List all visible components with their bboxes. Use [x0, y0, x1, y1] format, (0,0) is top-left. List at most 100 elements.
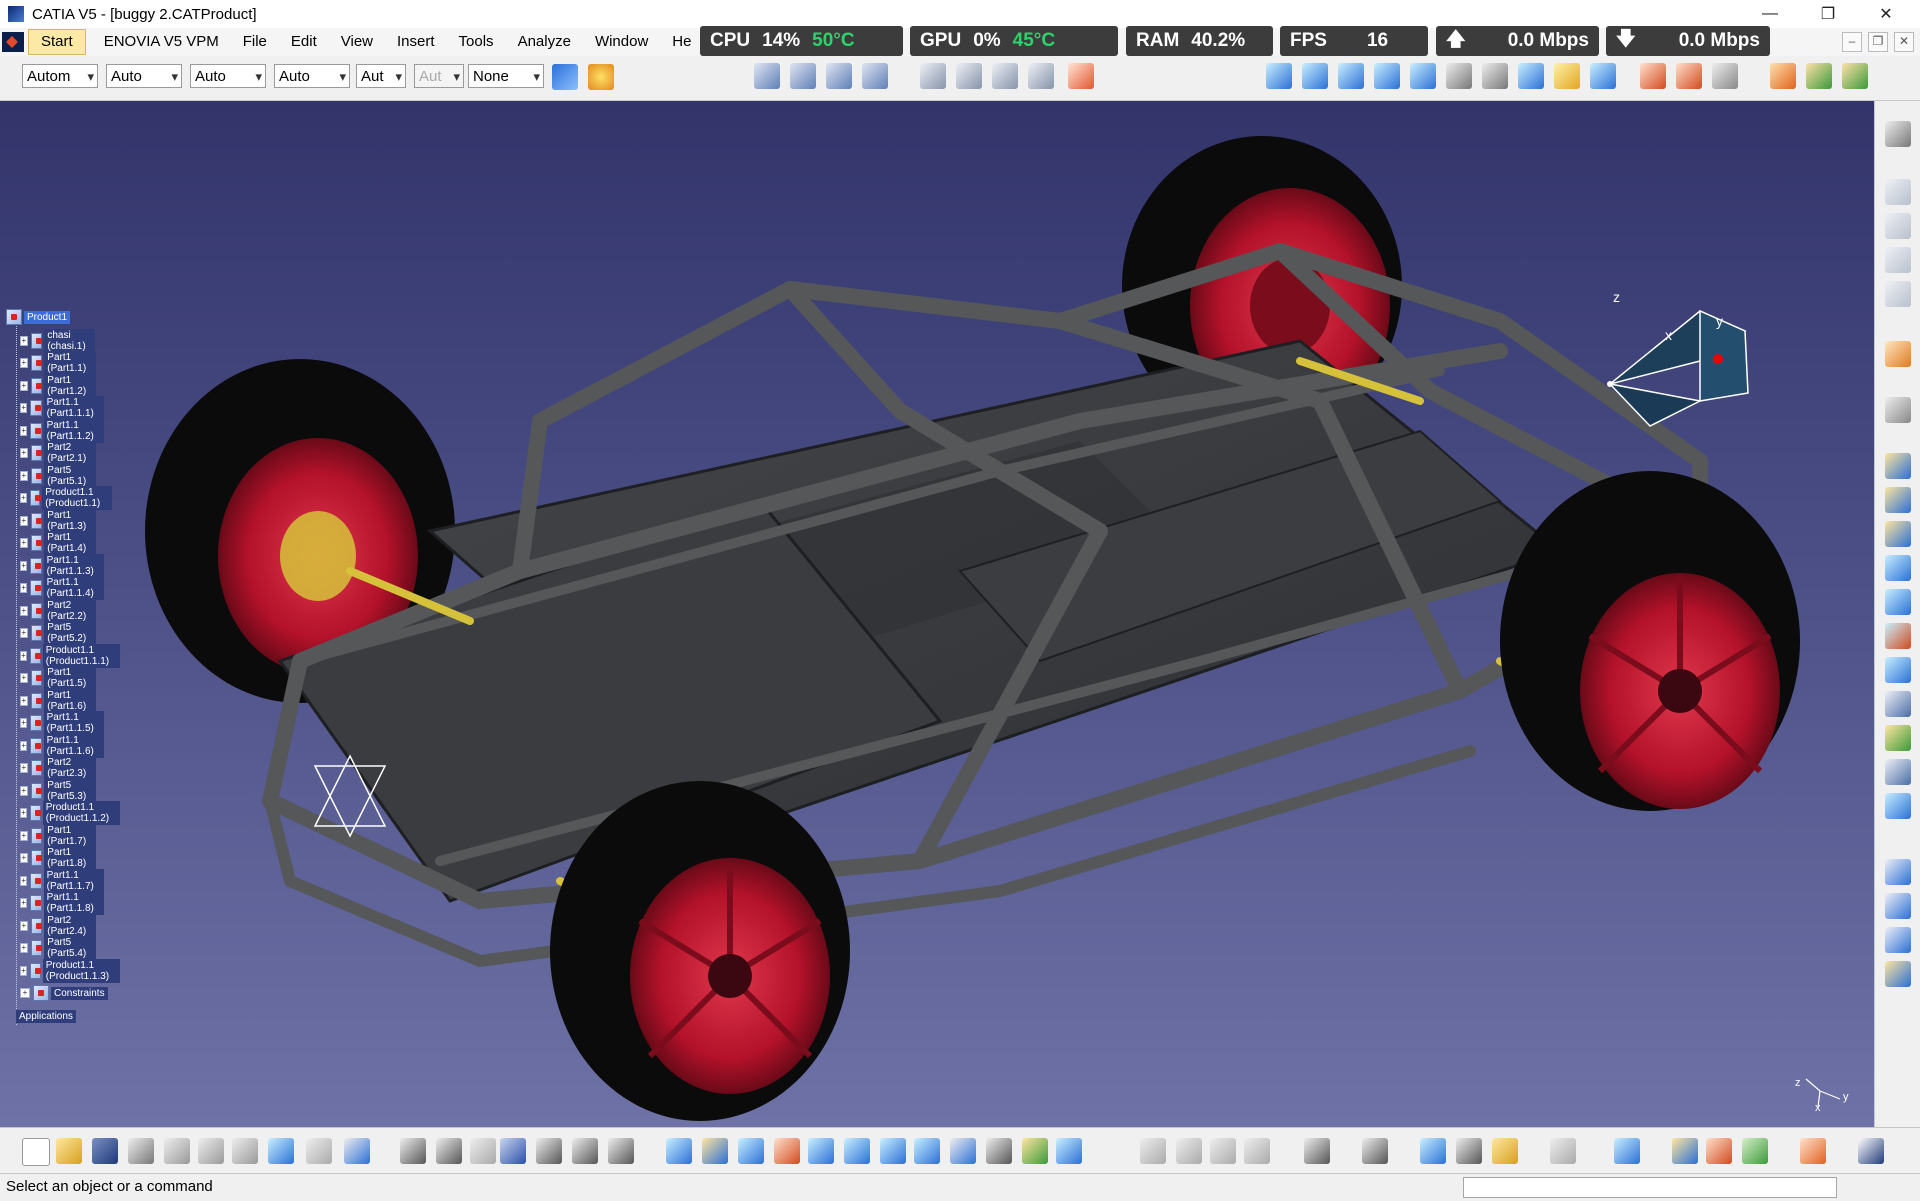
transparency-combo[interactable]: Auto: [106, 64, 182, 89]
menu-enovia[interactable]: ENOVIA V5 VPM: [92, 30, 231, 54]
expand-icon[interactable]: +: [20, 673, 28, 683]
tree-node[interactable]: + Part1.1 (Part1.1.6): [20, 734, 105, 758]
render-icon-1[interactable]: [1672, 1138, 1698, 1164]
light-icon[interactable]: [470, 1138, 496, 1164]
grid-icon[interactable]: [1800, 1138, 1826, 1164]
catalog-icon[interactable]: [1885, 179, 1911, 205]
expand-icon[interactable]: +: [20, 561, 28, 571]
assembly-feature-icon-1[interactable]: [1885, 453, 1911, 479]
tree-node[interactable]: + Part1 (Part1.8): [20, 846, 96, 870]
assembly-feature-icon-7[interactable]: [1885, 657, 1911, 683]
rotate-icon[interactable]: [774, 1138, 800, 1164]
sectioning-icon[interactable]: [1885, 281, 1911, 307]
pan-icon[interactable]: [738, 1138, 764, 1164]
format-painter-icon[interactable]: [552, 64, 578, 90]
doc-restore-button[interactable]: ❐: [1868, 32, 1888, 52]
annotation-plane-icon[interactable]: [1068, 63, 1094, 89]
tree-node[interactable]: + Product1.1 (Product1.1.2): [20, 801, 121, 825]
measure-inertia-icon[interactable]: [1842, 63, 1868, 89]
anchor-icon[interactable]: [1410, 63, 1436, 89]
menu-insert[interactable]: Insert: [385, 30, 447, 54]
line-type-combo[interactable]: Auto: [274, 64, 350, 89]
menu-file[interactable]: File: [231, 30, 279, 54]
fly-mode-icon[interactable]: [666, 1138, 692, 1164]
tree-node[interactable]: + Part2 (Part2.4): [20, 914, 96, 938]
zoom-in-icon[interactable]: [808, 1138, 834, 1164]
constraint-icon-1[interactable]: [1266, 63, 1292, 89]
color-combo[interactable]: Autom: [22, 64, 98, 89]
text-icon[interactable]: [1885, 691, 1911, 717]
tree-node[interactable]: + chasi (chasi.1): [20, 329, 96, 353]
expand-icon[interactable]: +: [20, 898, 28, 908]
exploded-view-icon[interactable]: [1362, 1138, 1388, 1164]
command-input[interactable]: [1463, 1177, 1837, 1198]
tree-node[interactable]: + Part1.1 (Part1.1.7): [20, 869, 105, 893]
table-icon[interactable]: [500, 1138, 526, 1164]
measure-tool-icon[interactable]: [1456, 1138, 1482, 1164]
tree-node[interactable]: + Part1 (Part1.4): [20, 531, 96, 555]
isometric-view-icon[interactable]: [950, 1138, 976, 1164]
expand-icon[interactable]: +: [20, 763, 28, 773]
plane-icon[interactable]: [1614, 1138, 1640, 1164]
tree-node-constraints[interactable]: + Constraints: [20, 985, 108, 1001]
paste-icon[interactable]: [232, 1138, 258, 1164]
weld-icon[interactable]: [1028, 63, 1054, 89]
menu-help[interactable]: He: [660, 30, 703, 54]
tree-node[interactable]: + Part5 (Part5.2): [20, 621, 96, 645]
analysis-icon-4[interactable]: [1885, 961, 1911, 987]
expand-icon[interactable]: +: [20, 471, 28, 481]
tree-node[interactable]: + Part1 (Part1.7): [20, 824, 96, 848]
maximize-button[interactable]: ❐: [1800, 0, 1856, 28]
expand-icon[interactable]: +: [20, 651, 27, 661]
doc-minimize-button[interactable]: –: [1842, 32, 1862, 52]
tree-node[interactable]: + Part1.1 (Part1.1.2): [20, 419, 105, 443]
cog-icon[interactable]: [1885, 121, 1911, 147]
expand-icon[interactable]: +: [20, 606, 28, 616]
expand-icon[interactable]: +: [20, 448, 28, 458]
tree-node[interactable]: + Part1 (Part1.3): [20, 509, 96, 533]
expand-icon[interactable]: +: [20, 538, 28, 548]
tree-node[interactable]: + Part5 (Part5.4): [20, 936, 96, 960]
3d-viewport[interactable]: z x y z y x Product1 + chasi (chasi.1) + P…: [0, 101, 1874, 1127]
constraint-icon-3[interactable]: [1338, 63, 1364, 89]
expand-icon[interactable]: +: [20, 381, 28, 391]
buggy-model[interactable]: [0, 101, 1874, 1127]
expand-icon[interactable]: +: [20, 696, 28, 706]
assembly-feature-icon-2[interactable]: [1885, 487, 1911, 513]
insert-component-icon[interactable]: [790, 63, 816, 89]
expand-icon[interactable]: +: [20, 493, 27, 503]
move-icon[interactable]: [1885, 397, 1911, 423]
tree-node[interactable]: + Product1.1 (Product1.1.3): [20, 959, 121, 983]
knowledge-icon[interactable]: [536, 1138, 562, 1164]
formula-icon[interactable]: [400, 1138, 426, 1164]
cut-icon[interactable]: [164, 1138, 190, 1164]
tree-node[interactable]: + Product1.1 (Product1.1): [20, 486, 113, 510]
mass-icon[interactable]: [1492, 1138, 1518, 1164]
tree-node[interactable]: + Part5 (Part5.3): [20, 779, 96, 803]
insert-part-icon[interactable]: [862, 63, 888, 89]
constraint-icon-4[interactable]: [1374, 63, 1400, 89]
tree-node[interactable]: + Part1.1 (Part1.1.8): [20, 891, 105, 915]
expand-icon[interactable]: +: [20, 358, 28, 368]
line-thickness-combo[interactable]: Auto: [190, 64, 266, 89]
insert-product-icon[interactable]: [826, 63, 852, 89]
quick-constraint-icon[interactable]: [1482, 63, 1508, 89]
expand-icon[interactable]: +: [20, 516, 28, 526]
print-icon[interactable]: [128, 1138, 154, 1164]
menu-tools[interactable]: Tools: [447, 30, 506, 54]
expand-icon[interactable]: +: [20, 988, 30, 998]
zoom-out-icon[interactable]: [844, 1138, 870, 1164]
scene-browser-icon[interactable]: [1885, 759, 1911, 785]
close-button[interactable]: ✕: [1858, 0, 1914, 28]
menu-window[interactable]: Window: [583, 30, 660, 54]
tree-node-applications[interactable]: Applications: [16, 1008, 76, 1024]
expand-icon[interactable]: +: [20, 943, 28, 953]
expand-icon[interactable]: +: [20, 786, 28, 796]
thread-icon[interactable]: [1885, 793, 1911, 819]
flexible-icon[interactable]: [1518, 63, 1544, 89]
assembly-feature-icon-4[interactable]: [1885, 555, 1911, 581]
graphic-properties-icon[interactable]: [588, 64, 614, 90]
wheel-front-left[interactable]: [550, 781, 850, 1121]
snap-icon[interactable]: [1712, 63, 1738, 89]
view-mode-icon[interactable]: [986, 1138, 1012, 1164]
